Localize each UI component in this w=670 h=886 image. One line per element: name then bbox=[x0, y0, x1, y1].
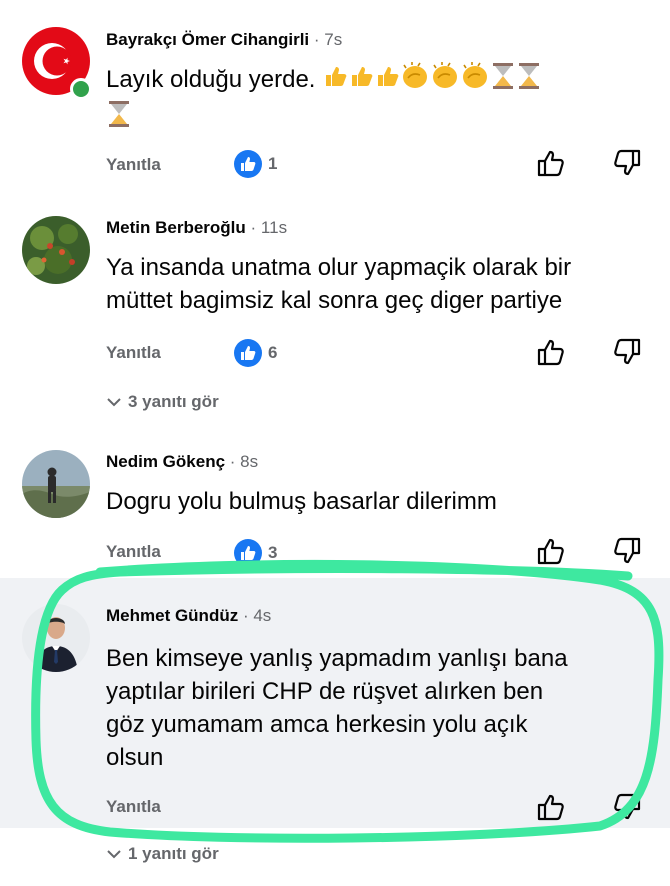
comment-author-name[interactable]: Nedim Gökenç bbox=[106, 452, 225, 471]
avatar[interactable] bbox=[22, 450, 90, 518]
comment-author-name[interactable]: Mehmet Gündüz bbox=[106, 606, 238, 625]
comment-text-line: olsun bbox=[106, 744, 164, 771]
clapping-hands-emoji-icon bbox=[400, 62, 430, 99]
thumbs-up-emoji-icon bbox=[322, 63, 348, 98]
hourglass-emoji-icon bbox=[516, 62, 542, 99]
comment-text-line: Ben kimseye yanlış yapmadım yanlışı bana bbox=[106, 645, 568, 672]
comment-text: Layık olduğu yerde. bbox=[106, 62, 646, 99]
comment-time[interactable]: · 11s bbox=[251, 218, 288, 237]
comment-text-line: Ya insanda unatma olur yapmaçik olarak b… bbox=[106, 254, 572, 281]
reply-button[interactable]: Yanıtla bbox=[106, 797, 161, 817]
avatar[interactable] bbox=[22, 216, 90, 284]
comment-author-name[interactable]: Metin Berberoğlu bbox=[106, 218, 246, 237]
comment-text-content: Layık olduğu yerde. bbox=[106, 65, 316, 93]
like-reaction-icon bbox=[234, 339, 262, 367]
like-reaction-icon bbox=[234, 150, 262, 178]
comment-author-name[interactable]: Bayrakçı Ömer Cihangirli bbox=[106, 30, 309, 49]
like-count[interactable]: 1 bbox=[234, 150, 277, 178]
view-replies-label: 1 yanıtı gör bbox=[128, 844, 219, 863]
clapping-hands-emoji-icon bbox=[460, 62, 490, 99]
chevron-down-icon bbox=[107, 398, 121, 407]
like-count-text: 6 bbox=[268, 343, 278, 362]
like-reaction-icon bbox=[234, 539, 262, 567]
upvote-icon[interactable] bbox=[536, 792, 566, 822]
view-replies-label: 3 yanıtı gör bbox=[128, 392, 219, 411]
hourglass-emoji-icon bbox=[490, 62, 516, 99]
like-count-text: 3 bbox=[268, 543, 278, 562]
comment-text-line: müttet bagimsiz kal sonra geç diger part… bbox=[106, 287, 563, 314]
view-replies-link[interactable]: 1 yanıtı gör bbox=[106, 844, 219, 864]
downvote-icon[interactable] bbox=[612, 337, 642, 367]
like-count[interactable]: 3 bbox=[234, 539, 277, 567]
emoji-row bbox=[322, 62, 542, 93]
comment-text: Ya insanda unatma olur yapmaçik olarak b… bbox=[106, 251, 646, 317]
comment-text-content: Dogru yolu bulmuş basarlar dilerimm bbox=[106, 488, 497, 515]
comment-time[interactable]: · 8s bbox=[230, 452, 258, 471]
comment-text-line: yaptılar birileri CHP de rüşvet alırken … bbox=[106, 678, 544, 705]
downvote-icon[interactable] bbox=[612, 148, 642, 178]
like-count-text: 1 bbox=[268, 154, 278, 173]
comment-text-line: göz yumamam amca herkesin yolu açık bbox=[106, 711, 528, 738]
man-in-suit-avatar-icon bbox=[22, 604, 90, 672]
thumbs-up-emoji-icon bbox=[374, 63, 400, 98]
like-count[interactable]: 6 bbox=[234, 339, 277, 367]
downvote-icon[interactable] bbox=[612, 536, 642, 566]
reply-button[interactable]: Yanıtla bbox=[106, 542, 161, 562]
upvote-icon[interactable] bbox=[536, 337, 566, 367]
thumbs-up-emoji-icon bbox=[348, 63, 374, 98]
reply-button[interactable]: Yanıtla bbox=[106, 343, 161, 363]
upvote-icon[interactable] bbox=[536, 536, 566, 566]
foliage-avatar-icon bbox=[22, 216, 90, 284]
upvote-icon[interactable] bbox=[536, 148, 566, 178]
avatar[interactable] bbox=[22, 604, 90, 672]
hourglass-emoji-icon bbox=[106, 100, 132, 133]
view-replies-link[interactable]: 3 yanıtı gör bbox=[106, 392, 219, 412]
comment-text: Dogru yolu bulmuş basarlar dilerimm bbox=[106, 485, 646, 518]
landscape-person-avatar-icon bbox=[22, 450, 90, 518]
comment-time[interactable]: · 4s bbox=[243, 606, 271, 625]
online-status-dot bbox=[70, 78, 92, 100]
chevron-down-icon bbox=[107, 850, 121, 859]
clapping-hands-emoji-icon bbox=[430, 62, 460, 99]
reply-button[interactable]: Yanıtla bbox=[106, 155, 161, 175]
downvote-icon[interactable] bbox=[612, 792, 642, 822]
comment-time[interactable]: · 7s bbox=[314, 30, 342, 49]
comment-text: Ben kimseye yanlış yapmadım yanlışı bana… bbox=[106, 642, 646, 774]
